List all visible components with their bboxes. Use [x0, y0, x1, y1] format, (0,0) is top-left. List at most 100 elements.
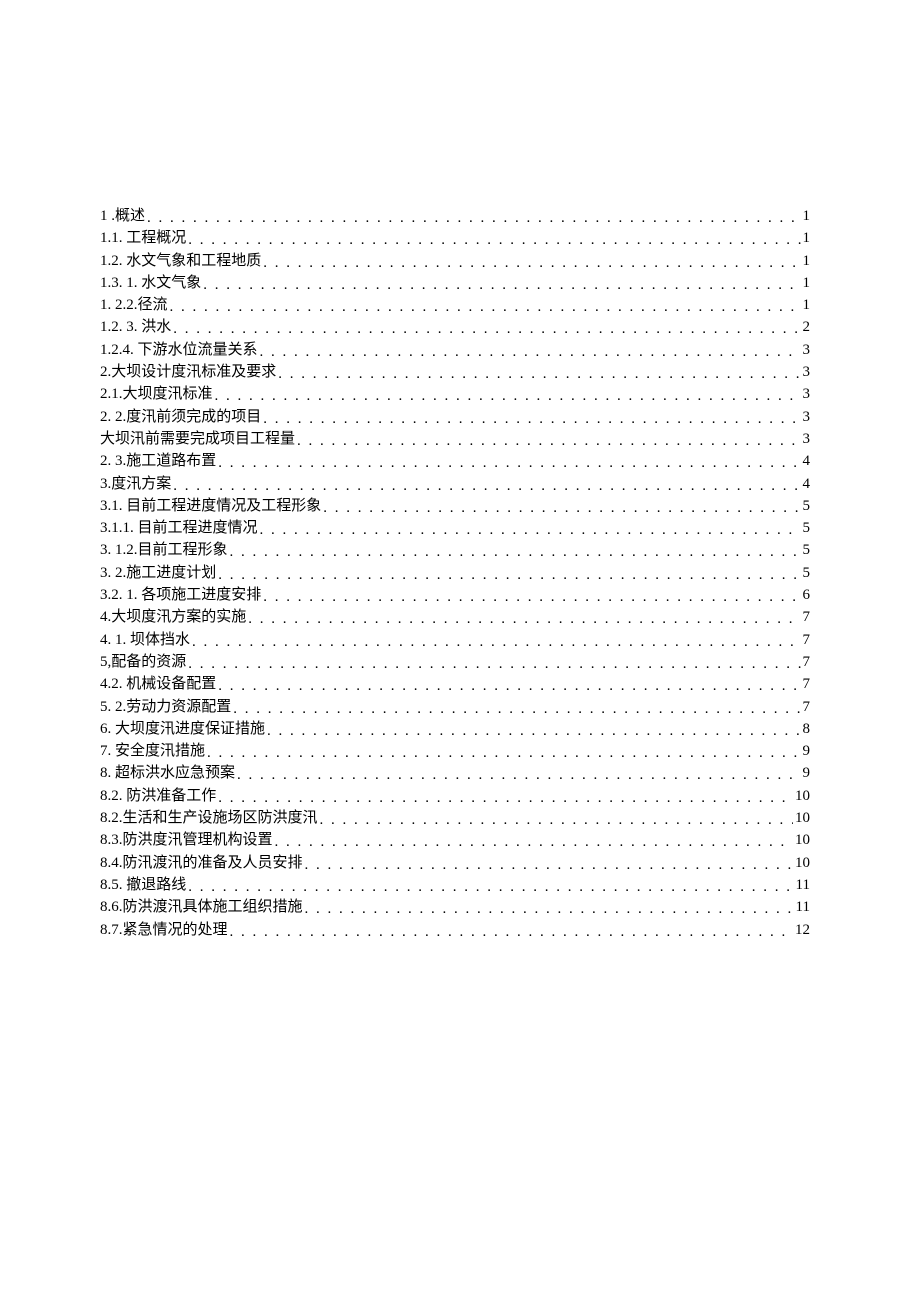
toc-entry-label: 1.3. 1. 水文气象: [100, 272, 201, 295]
toc-leader-dots: [173, 475, 800, 498]
toc-entry: 8.3.防洪度汛管理机构设置 10: [100, 829, 810, 851]
toc-entry-page: 5: [803, 495, 811, 518]
toc-entry-page: 11: [796, 896, 810, 919]
toc-entry: 3.2. 1. 各项施工进度安排 6: [100, 584, 810, 606]
toc-leader-dots: [230, 921, 793, 944]
toc-entry-label: 8.7.紧急情况的处理: [100, 919, 228, 942]
toc-entry: 3.1.1. 目前工程进度情况 5: [100, 517, 810, 539]
toc-leader-dots: [305, 898, 794, 921]
toc-entry-label: 1.2. 3. 洪水: [100, 316, 171, 339]
toc-entry-label: 1.2. 水文气象和工程地质: [100, 250, 261, 273]
toc-entry-label: 8.5. 撤退路线: [100, 874, 186, 897]
toc-entry: 2.大坝设计度汛标准及要求 3: [100, 361, 810, 383]
toc-leader-dots: [188, 876, 793, 899]
toc-entry-label: 8.2.生活和生产设施场区防洪度汛: [100, 807, 318, 830]
toc-entry-label: 5. 2.劳动力资源配置: [100, 696, 231, 719]
toc-entry: 大坝汛前需要完成项目工程量3: [100, 428, 810, 450]
toc-entry-page: 12: [795, 919, 810, 942]
toc-entry-page: 5: [803, 539, 811, 562]
toc-entry-label: 7. 安全度汛措施: [100, 740, 205, 763]
toc-entry-page: 1: [803, 227, 811, 250]
toc-leader-dots: [305, 854, 793, 877]
toc-leader-dots: [207, 742, 800, 765]
toc-leader-dots: [297, 430, 800, 453]
toc-entry-page: 7: [803, 629, 811, 652]
toc-entry-page: 10: [795, 785, 810, 808]
toc-leader-dots: [263, 408, 800, 431]
toc-leader-dots: [147, 207, 800, 230]
toc-entry: 1.1. 工程概况 1: [100, 227, 810, 249]
toc-leader-dots: [260, 341, 801, 364]
toc-leader-dots: [275, 831, 793, 854]
toc-leader-dots: [320, 809, 793, 832]
toc-entry: 4.2. 机械设备配置 7: [100, 673, 810, 695]
toc-entry-page: 5: [803, 517, 811, 540]
toc-entry: 5. 2.劳动力资源配置7: [100, 696, 810, 718]
toc-leader-dots: [218, 564, 800, 587]
toc-leader-dots: [263, 252, 800, 275]
toc-entry-label: 2.1.大坝度汛标准: [100, 383, 213, 406]
toc-entry-page: 6: [803, 584, 811, 607]
toc-entry: 5,配备的资源 7: [100, 651, 810, 673]
toc-entry-page: 7: [803, 673, 811, 696]
toc-leader-dots: [188, 653, 800, 676]
toc-leader-dots: [192, 631, 800, 654]
toc-entry-label: 2. 3.施工道路布置: [100, 450, 216, 473]
toc-entry-label: 3.2. 1. 各项施工进度安排: [100, 584, 261, 607]
toc-entry-label: 5,配备的资源: [100, 651, 186, 674]
toc-entry-label: 8.2. 防洪准备工作: [100, 785, 216, 808]
toc-entry-label: 4. 1. 坝体挡水: [100, 629, 190, 652]
toc-entry: 1.3. 1. 水文气象 1: [100, 272, 810, 294]
toc-leader-dots: [230, 541, 801, 564]
toc-entry-page: 9: [803, 740, 811, 763]
toc-entry: 4. 1. 坝体挡水 7: [100, 629, 810, 651]
toc-leader-dots: [203, 274, 800, 297]
toc-entry-label: 8.4.防汛渡汛的准备及人员安排: [100, 852, 303, 875]
toc-entry: 1.2. 3. 洪水 2: [100, 316, 810, 338]
toc-entry-page: 4: [803, 450, 811, 473]
toc-entry-label: 4.2. 机械设备配置: [100, 673, 216, 696]
toc-entry: 8.5. 撤退路线 11: [100, 874, 810, 896]
toc-leader-dots: [267, 720, 800, 743]
toc-entry-page: 3: [803, 383, 811, 406]
toc-entry-page: 7: [803, 651, 811, 674]
toc-entry: 1. 2.2.径流 1: [100, 294, 810, 316]
toc-entry-page: 5: [803, 562, 811, 585]
toc-entry-page: 2: [803, 316, 811, 339]
toc-leader-dots: [218, 452, 800, 475]
toc-entry-page: 10: [795, 829, 810, 852]
toc-entry-page: 3: [803, 361, 811, 384]
toc-leader-dots: [188, 229, 800, 252]
table-of-contents: 1 .概述11.1. 工程概况 11.2. 水文气象和工程地质 11.3. 1.…: [100, 205, 810, 941]
toc-entry-page: 11: [796, 874, 810, 897]
toc-entry-label: 6. 大坝度汛进度保证措施: [100, 718, 265, 741]
toc-entry-page: 10: [795, 807, 810, 830]
toc-entry: 8.7.紧急情况的处理 12: [100, 919, 810, 941]
toc-entry-label: 3. 2.施工进度计划: [100, 562, 216, 585]
toc-entry-label: 1. 2.2.径流: [100, 294, 168, 317]
toc-entry: 3.度汛方案 4: [100, 473, 810, 495]
toc-entry-label: 8.3.防洪度汛管理机构设置: [100, 829, 273, 852]
toc-entry-page: 1: [803, 250, 811, 273]
toc-entry: 8. 超标洪水应急预案 9: [100, 762, 810, 784]
toc-leader-dots: [248, 608, 800, 631]
toc-entry-page: 1: [803, 272, 811, 295]
toc-entry-label: 1.1. 工程概况: [100, 227, 186, 250]
toc-leader-dots: [278, 363, 800, 386]
toc-entry-page: 3: [803, 406, 811, 429]
toc-leader-dots: [323, 497, 800, 520]
toc-entry-label: 8.6.防洪渡汛具体施工组织措施: [100, 896, 303, 919]
toc-entry-page: 4: [803, 473, 811, 496]
toc-entry: 2. 3.施工道路布置 4: [100, 450, 810, 472]
toc-entry: 6. 大坝度汛进度保证措施 8: [100, 718, 810, 740]
toc-entry: 8.6.防洪渡汛具体施工组织措施 11: [100, 896, 810, 918]
toc-entry: 3. 2.施工进度计划 5: [100, 562, 810, 584]
toc-entry-page: 1: [803, 294, 811, 317]
toc-entry-label: 2.大坝设计度汛标准及要求: [100, 361, 276, 384]
toc-leader-dots: [218, 675, 800, 698]
toc-entry-page: 1: [803, 205, 811, 228]
toc-entry: 7. 安全度汛措施 9: [100, 740, 810, 762]
toc-entry-page: 8: [803, 718, 811, 741]
toc-entry-page: 10: [795, 852, 810, 875]
toc-entry: 8.2. 防洪准备工作 10: [100, 785, 810, 807]
